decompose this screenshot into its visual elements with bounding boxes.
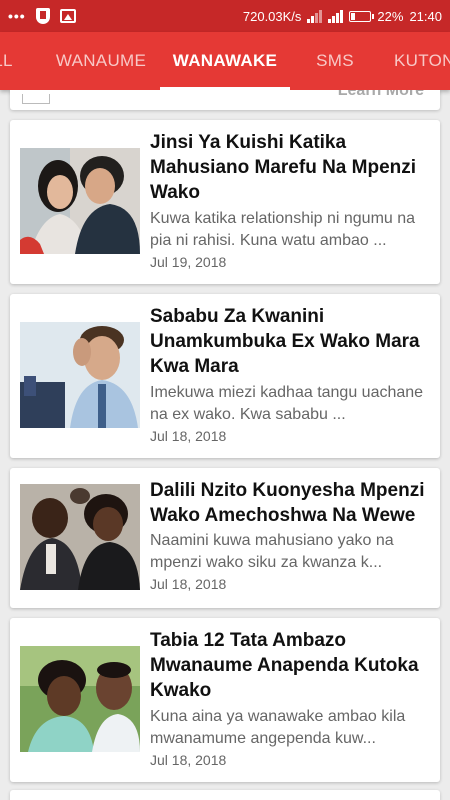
- article-title[interactable]: Tabia 12 Tata Ambazo Mwanaume Anapenda K…: [150, 628, 428, 703]
- article-title[interactable]: Dalili Nzito Kuonyesha Mpenzi Wako Amech…: [150, 478, 428, 528]
- shield-icon: [35, 8, 50, 24]
- article-thumbnail: [20, 322, 140, 428]
- partial-article-card[interactable]: [10, 790, 440, 800]
- tab-wanawake[interactable]: WANAWAKE: [160, 32, 290, 90]
- signal-strength-icon: [328, 9, 344, 23]
- tab-wanaume[interactable]: WANAUME: [40, 32, 162, 90]
- article-thumbnail: [20, 646, 140, 752]
- tab-kuton[interactable]: KUTON: [384, 32, 450, 90]
- article-date: Jul 18, 2018: [150, 428, 227, 444]
- category-tab-bar: LL WANAUME WANAWAKE SMS KUTON: [0, 32, 450, 90]
- battery-percent: 22%: [377, 8, 404, 24]
- tab-previous[interactable]: LL: [0, 32, 14, 90]
- article-list[interactable]: Learn More Jinsi Ya Kuishi Katika Mahusi…: [0, 90, 450, 800]
- article-excerpt: Kuna aina ya wanawake ambao kila mwanamu…: [150, 708, 406, 747]
- clock: 21:40: [409, 8, 442, 24]
- battery-icon: [349, 10, 375, 22]
- article-title[interactable]: Jinsi Ya Kuishi Katika Mahusiano Marefu …: [150, 130, 428, 205]
- article-card[interactable]: Dalili Nzito Kuonyesha Mpenzi Wako Amech…: [10, 468, 440, 608]
- more-dots-icon: •••: [8, 8, 26, 24]
- article-excerpt: Imekuwa miezi kadhaa tangu uachane na ex…: [150, 384, 424, 423]
- learn-more-link[interactable]: Learn More: [338, 90, 424, 100]
- article-excerpt: Naamini kuwa mahusiano yako na mpenzi wa…: [150, 532, 394, 571]
- article-date: Jul 19, 2018: [150, 254, 227, 270]
- ad-icon: [22, 94, 50, 104]
- tab-sms[interactable]: SMS: [290, 32, 380, 90]
- image-icon: [59, 9, 76, 23]
- signal-icon: [307, 9, 323, 23]
- article-date: Jul 18, 2018: [150, 752, 227, 768]
- article-card[interactable]: Tabia 12 Tata Ambazo Mwanaume Anapenda K…: [10, 618, 440, 782]
- partial-ad-card[interactable]: Learn More: [10, 90, 440, 110]
- article-date: Jul 18, 2018: [150, 576, 227, 592]
- network-speed: 720.03K/s: [242, 8, 302, 24]
- article-thumbnail: [20, 484, 140, 590]
- article-card[interactable]: Jinsi Ya Kuishi Katika Mahusiano Marefu …: [10, 120, 440, 284]
- article-excerpt: Kuwa katika relationship ni ngumu na pia…: [150, 210, 416, 249]
- article-card[interactable]: Sababu Za Kwanini Unamkumbuka Ex Wako Ma…: [10, 294, 440, 458]
- article-title[interactable]: Sababu Za Kwanini Unamkumbuka Ex Wako Ma…: [150, 304, 428, 379]
- article-thumbnail: [20, 148, 140, 254]
- status-bar: ••• 720.03K/s 22% 21:40: [0, 0, 450, 32]
